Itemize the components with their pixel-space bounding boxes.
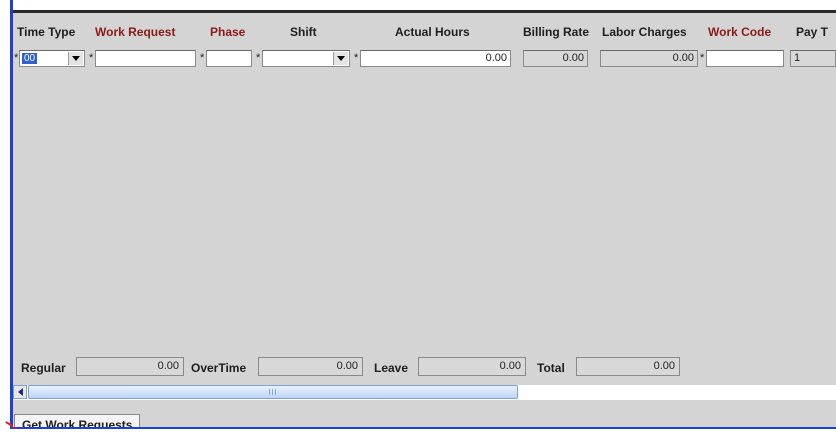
time-type-select[interactable]: 00 [19,50,85,67]
required-marker: * [200,52,205,64]
grand-total-field: 0.00 [576,357,680,376]
header-billing-rate: Billing Rate [523,25,590,39]
work-request-field[interactable] [95,50,196,67]
overtime-label: OverTime [191,361,247,375]
time-entry-panel: Time Type Work Request Phase Shift Actua… [13,10,836,427]
total-label: Total [537,361,565,375]
header-labor-charges: Labor Charges [602,25,687,39]
required-marker: * [700,52,705,64]
panel-top-rule [13,10,836,13]
header-work-code: Work Code [708,25,772,39]
work-code-field[interactable] [706,50,784,67]
dropdown-arrow-icon[interactable] [333,52,348,65]
required-marker: * [354,52,359,64]
header-actual-hours: Actual Hours [395,25,470,39]
actual-hours-field[interactable]: 0.00 [360,50,511,67]
scroll-left-arrow-icon[interactable] [13,385,27,399]
required-marker: * [89,52,94,64]
header-pay-type: Pay T [796,25,829,39]
required-marker: * [256,52,261,64]
overtime-total-field: 0.00 [258,357,363,376]
header-time-type: Time Type [17,25,76,39]
header-shift: Shift [290,25,317,39]
leave-label: Leave [374,361,409,375]
leave-total-field: 0.00 [418,357,526,376]
pay-type-field: 1 [790,50,836,67]
get-work-requests-button[interactable]: Get Work Requests [14,414,141,427]
header-phase: Phase [210,25,246,39]
scrollbar-thumb[interactable] [28,385,518,399]
regular-total-field: 0.00 [76,357,184,376]
shift-select[interactable] [262,50,350,67]
billing-rate-field: 0.00 [523,50,588,67]
phase-field[interactable] [206,50,252,67]
frame-bottom-border [10,427,836,429]
regular-label: Regular [21,361,66,375]
header-work-request: Work Request [95,25,176,39]
labor-charges-field: 0.00 [600,50,698,67]
time-type-selected-value: 00 [22,53,38,64]
dropdown-arrow-icon[interactable] [68,52,83,65]
required-marker: * [14,52,19,64]
